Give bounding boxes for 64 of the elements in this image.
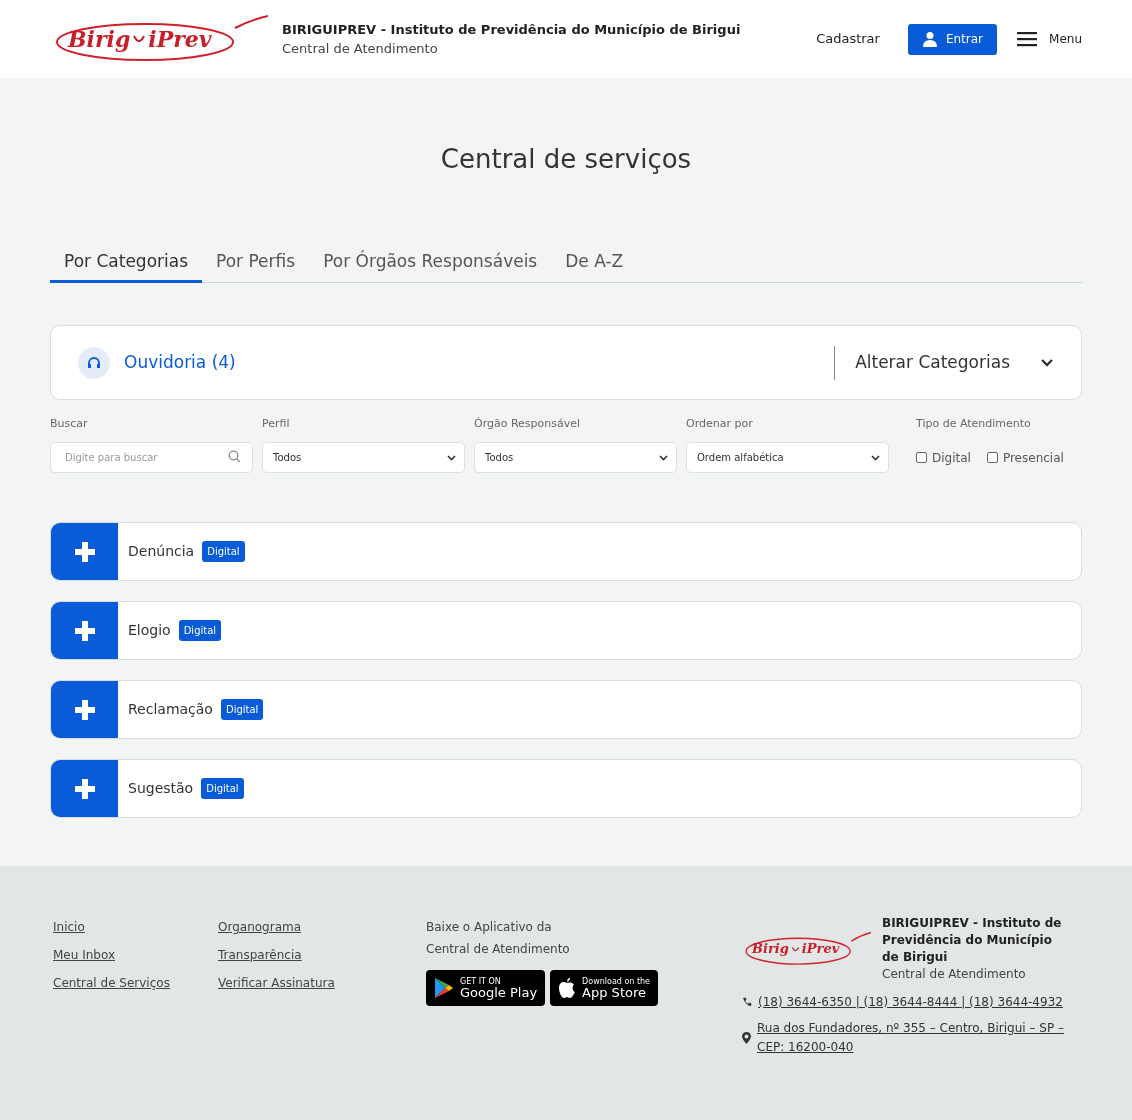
play-triangle-icon	[434, 977, 454, 999]
service-tag: Digital	[202, 541, 245, 562]
footer-link[interactable]: Inicio	[53, 918, 218, 936]
headset-icon	[78, 346, 110, 379]
footer-link[interactable]: Organograma	[218, 918, 426, 936]
phone-icon	[742, 997, 752, 1007]
tab[interactable]: Por Categorias	[50, 243, 203, 283]
search-field[interactable]: Digite para buscar	[50, 442, 253, 473]
service-item[interactable]: Denúncia Digital	[50, 522, 1082, 581]
phone-link[interactable]: (18) 3644-6350 | (18) 3644-8444 | (18) 3644-4932	[758, 993, 1063, 1011]
dropdown[interactable]: Todos	[474, 442, 677, 473]
chevron-down-icon	[1040, 357, 1054, 368]
tab[interactable]: Por Perfis	[202, 243, 310, 283]
filter-label: Órgão Responsável	[474, 416, 582, 432]
footer-link[interactable]: Transparência	[218, 946, 426, 964]
service-name: Reclamação	[128, 700, 213, 719]
location-pin-icon	[742, 1032, 751, 1044]
footer-link[interactable]: Meu Inbox	[53, 946, 218, 964]
login-button[interactable]: Entrar	[907, 23, 998, 55]
category-name: Ouvidoria (4)	[124, 350, 236, 374]
dropdown[interactable]: Ordem alfabética	[686, 442, 889, 473]
site-subtitle: Central de Atendimento	[282, 40, 439, 58]
menu-icon	[1017, 31, 1038, 47]
service-name: Elogio	[128, 621, 171, 640]
service-item[interactable]: Sugestão Digital	[50, 759, 1082, 818]
chevron-down-icon	[447, 454, 456, 461]
address-link[interactable]: Rua dos Fundadores, nº 355 – Centro, Birigui – SP – CEP: 16200-040	[757, 1019, 1072, 1057]
google-play-button[interactable]: GET IT ON Google Play	[426, 970, 546, 1006]
tab[interactable]: Por Órgãos Responsáveis	[309, 243, 552, 283]
change-categories-button[interactable]: Alterar Categorias	[855, 349, 1054, 376]
service-tag: Digital	[178, 620, 222, 641]
user-icon	[921, 31, 938, 47]
chevron-down-icon	[871, 454, 880, 461]
service-tag: Digital	[220, 699, 264, 720]
site-title: BIRIGUIPREV - Instituto de Previdência do Município de Birigui	[282, 20, 741, 39]
org-subtitle: Central de Atendimento	[882, 966, 1027, 983]
page-title: Central de serviços	[439, 143, 693, 176]
expand-plus-icon[interactable]	[51, 760, 118, 817]
expand-plus-icon[interactable]	[51, 523, 118, 580]
service-item[interactable]: Elogio Digital	[50, 601, 1082, 660]
search-icon	[228, 450, 241, 463]
service-tag: Digital	[201, 778, 244, 799]
app-download-text: Baixe o Aplicativo da Central de Atendimento	[426, 919, 571, 958]
menu-button[interactable]: Menu	[1017, 30, 1082, 48]
tab[interactable]: De A-Z	[551, 243, 638, 283]
service-name: Sugestão	[128, 779, 194, 798]
checkbox[interactable]: Presencial	[986, 448, 1064, 467]
checkbox[interactable]: Digital	[916, 448, 971, 467]
filter-label: Ordenar por	[686, 416, 754, 432]
app-store-button[interactable]: Download on the App Store	[550, 970, 659, 1006]
filter-label: Tipo de Atendimento	[916, 416, 1032, 432]
register-link[interactable]: Cadastrar	[816, 29, 880, 49]
expand-plus-icon[interactable]	[51, 681, 118, 738]
expand-plus-icon[interactable]	[51, 602, 118, 659]
service-item[interactable]: Reclamação Digital	[50, 680, 1082, 739]
dropdown[interactable]: Todos	[262, 442, 465, 473]
filter-label: Perfil	[262, 416, 291, 432]
service-name: Denúncia	[128, 542, 195, 561]
apple-icon	[558, 977, 577, 999]
chevron-down-icon	[659, 454, 668, 461]
filter-label: Buscar	[50, 416, 89, 432]
footer-link[interactable]: Verificar Assinatura	[218, 974, 426, 992]
footer-link[interactable]: Central de Serviços	[53, 974, 218, 992]
org-name: BIRIGUIPREV - Instituto de Previdência do Município de Birigui	[882, 915, 1062, 966]
